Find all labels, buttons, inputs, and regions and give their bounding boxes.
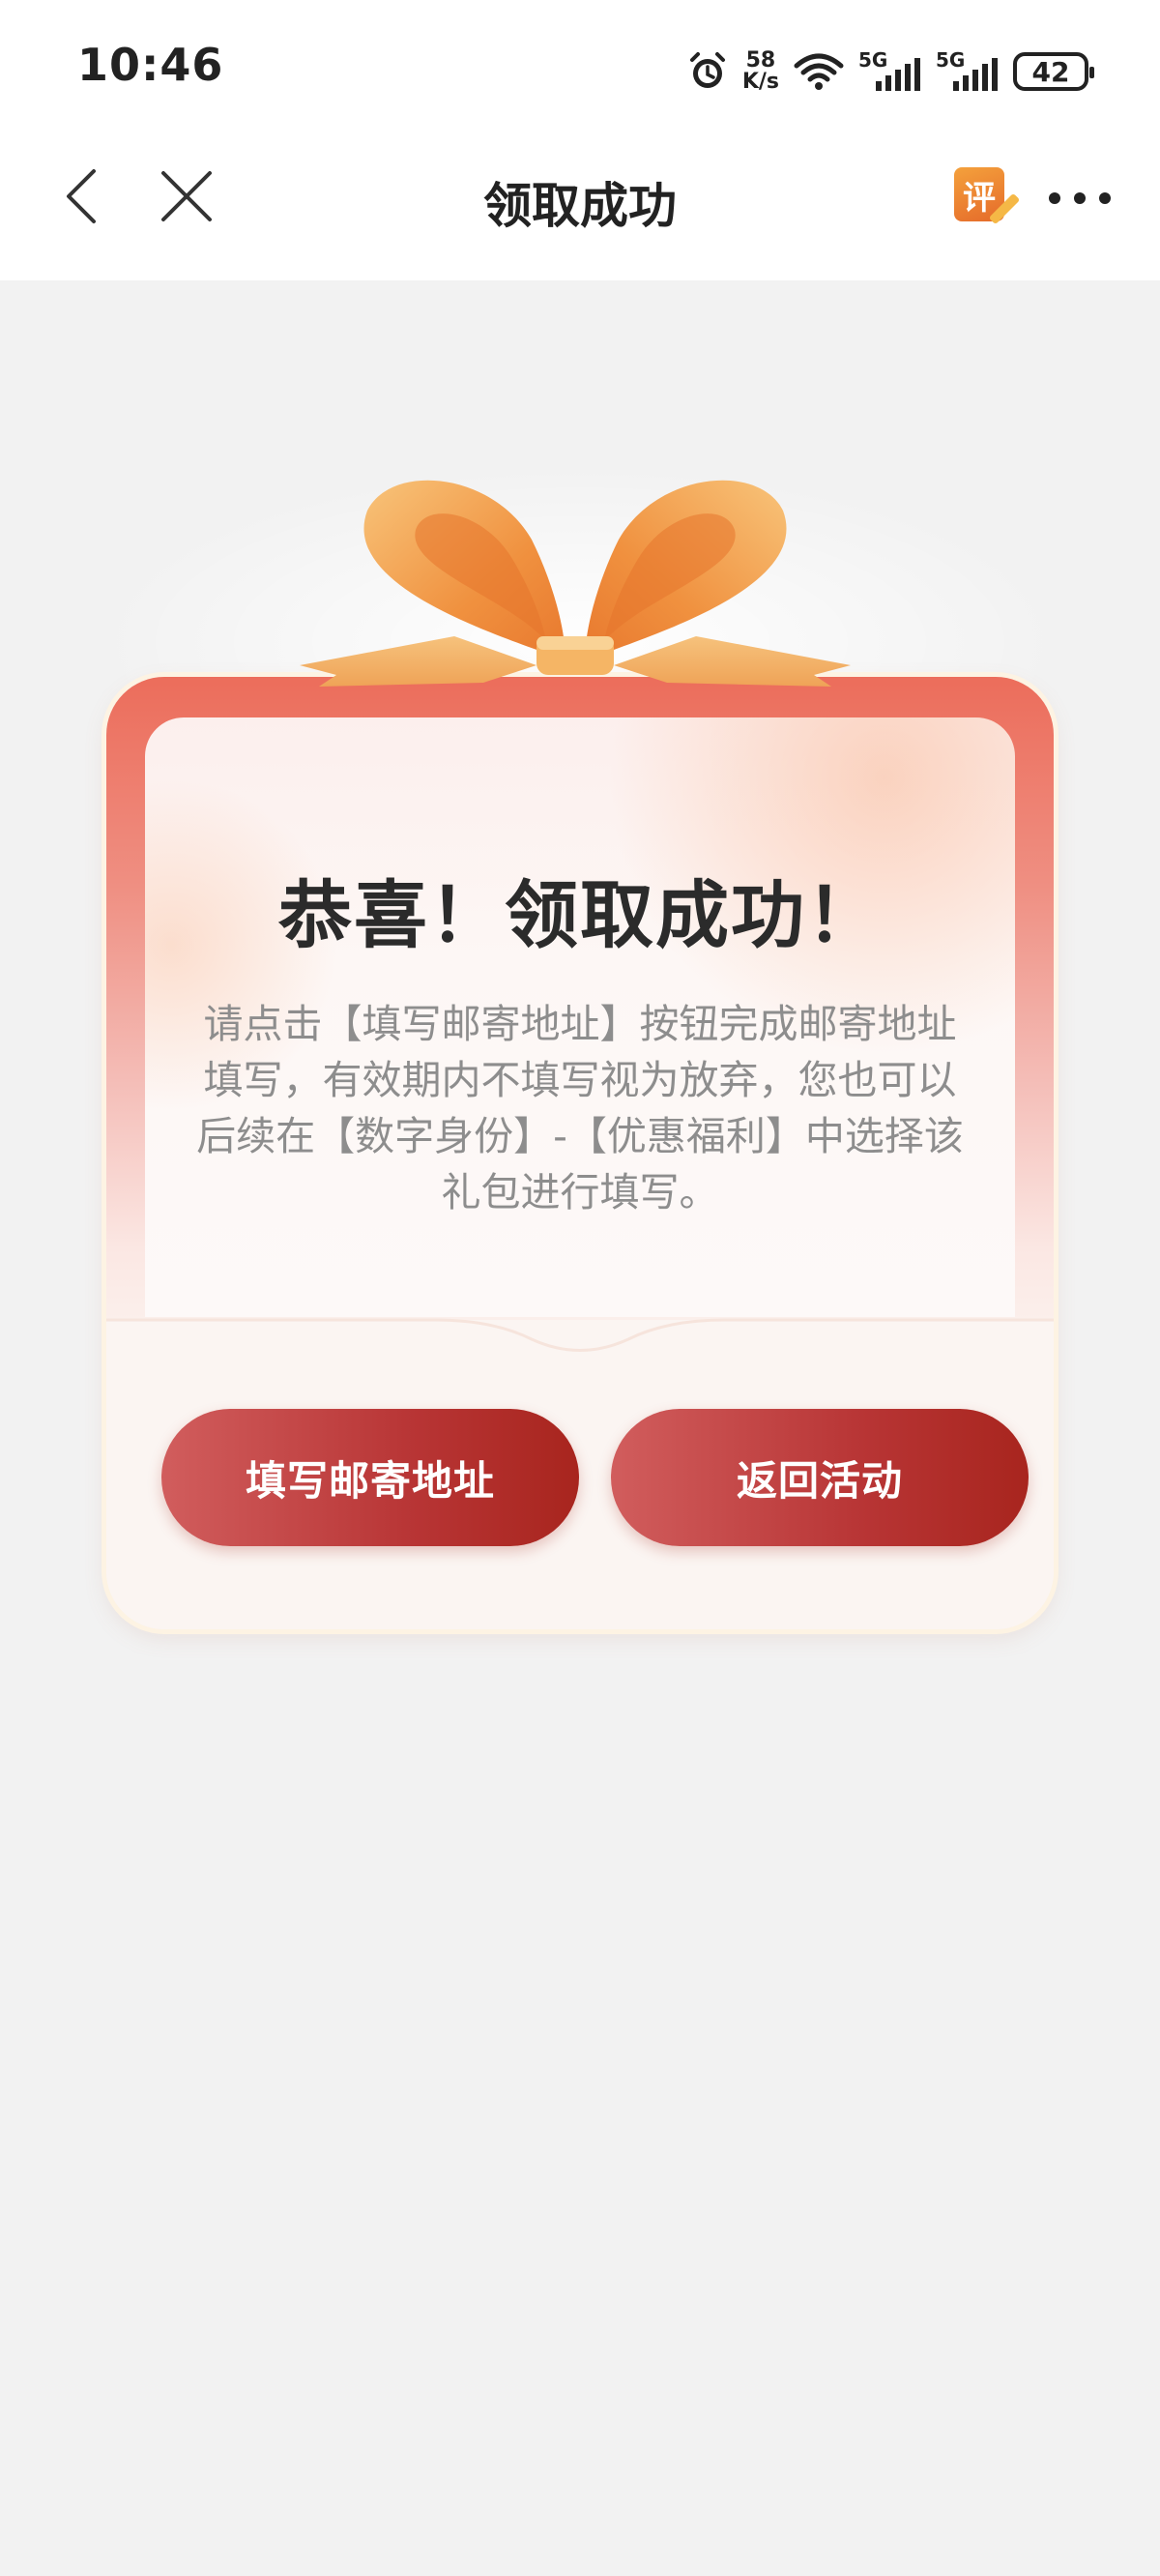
battery-icon: 42 bbox=[1013, 52, 1094, 91]
status-bar: 10:46 58 K/s 5G 5G 42 bbox=[0, 0, 1160, 140]
card-divider-notch bbox=[106, 1318, 1054, 1373]
network-speed: 58 K/s bbox=[742, 50, 779, 93]
success-card: 恭喜！领取成功！ 请点击【填写邮寄地址】按钮完成邮寄地址填写，有效期内不填写视为… bbox=[106, 677, 1054, 1629]
review-icon[interactable]: 评 bbox=[952, 165, 1021, 233]
wifi-icon bbox=[794, 53, 844, 90]
signal-5g-1-icon: 5G bbox=[858, 48, 922, 95]
success-description: 请点击【填写邮寄地址】按钮完成邮寄地址填写，有效期内不填写视为放弃，您也可以后续… bbox=[196, 1001, 964, 1215]
more-options-icon[interactable] bbox=[1049, 187, 1111, 210]
fill-address-button[interactable]: 填写邮寄地址 bbox=[161, 1409, 579, 1546]
success-title: 恭喜！领取成功！ bbox=[278, 872, 882, 958]
battery-level: 42 bbox=[1031, 55, 1070, 88]
return-to-activity-button[interactable]: 返回活动 bbox=[611, 1409, 1029, 1546]
alarm-icon bbox=[689, 52, 725, 88]
signal-5g-2-icon: 5G bbox=[936, 48, 1000, 95]
status-icons: 58 K/s 5G 5G 42 bbox=[686, 44, 1094, 99]
network-speed-value: 58 bbox=[745, 48, 776, 73]
network-speed-unit: K/s bbox=[741, 70, 779, 94]
gift-bow-icon bbox=[300, 480, 851, 687]
navigation-bar: 领取成功 评 bbox=[0, 140, 1160, 280]
status-time: 10:46 bbox=[77, 39, 224, 91]
